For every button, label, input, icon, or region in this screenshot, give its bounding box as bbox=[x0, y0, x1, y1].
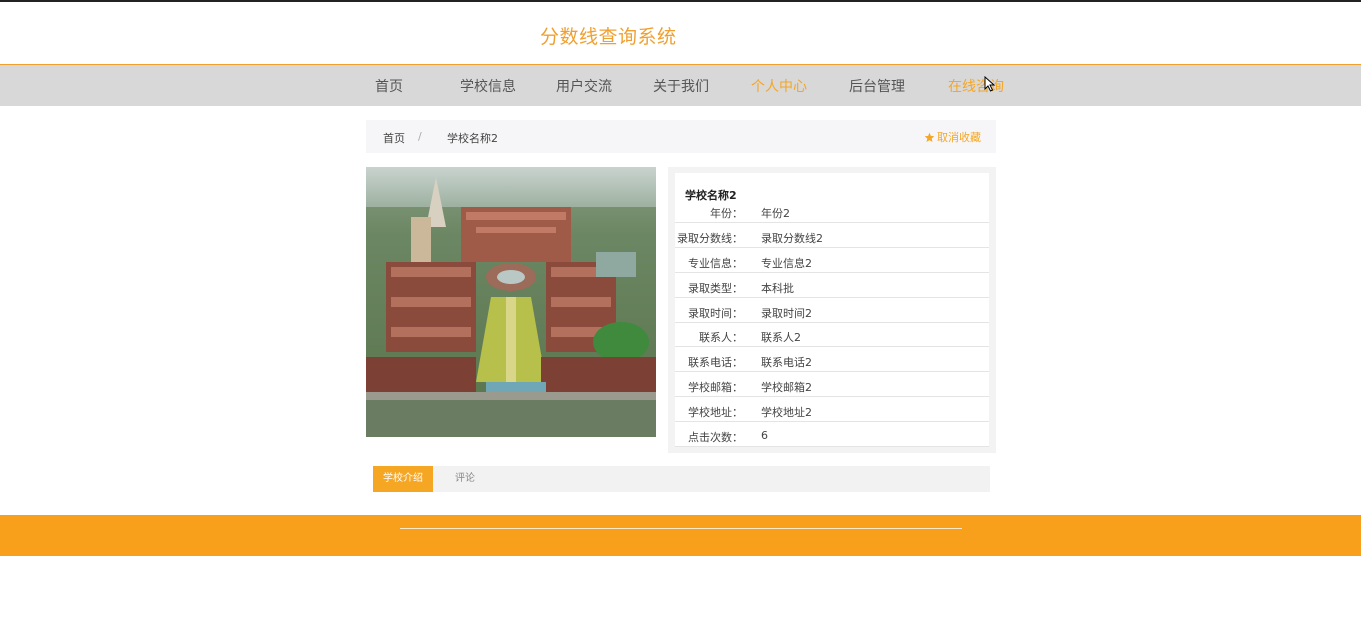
footer-divider bbox=[400, 528, 962, 529]
info-row-year: 年份： 年份2 bbox=[675, 199, 989, 223]
info-value: 专业信息2 bbox=[761, 257, 812, 270]
school-info-card: 学校名称2 年份： 年份2 录取分数线： 录取分数线2 专业信息： 专业信息2 … bbox=[675, 173, 989, 447]
info-value: 录取分数线2 bbox=[761, 232, 823, 245]
nav-item-personal-center[interactable]: 个人中心 bbox=[751, 76, 807, 96]
info-value: 本科批 bbox=[761, 282, 794, 295]
info-value: 学校地址2 bbox=[761, 406, 812, 419]
school-photo bbox=[366, 167, 656, 437]
info-label: 学校邮箱： bbox=[688, 381, 743, 394]
info-label: 录取时间： bbox=[688, 307, 743, 320]
campus-aerial-image bbox=[366, 167, 656, 437]
info-row-address: 学校地址： 学校地址2 bbox=[675, 398, 989, 422]
nav-item-school-info[interactable]: 学校信息 bbox=[460, 76, 516, 96]
tab-school-intro[interactable]: 学校介绍 bbox=[373, 466, 433, 492]
info-value: 学校邮箱2 bbox=[761, 381, 812, 394]
info-label: 录取分数线： bbox=[677, 232, 743, 245]
site-header: 分数线查询系统 bbox=[0, 2, 1361, 64]
nav-item-about-us[interactable]: 关于我们 bbox=[653, 76, 709, 96]
info-row-click-count: 点击次数： 6 bbox=[675, 423, 989, 447]
info-label: 联系电话： bbox=[688, 356, 743, 369]
info-value: 联系电话2 bbox=[761, 356, 812, 369]
info-label: 学校地址： bbox=[688, 406, 743, 419]
breadcrumb-current: 学校名称2 bbox=[447, 132, 498, 145]
site-title: 分数线查询系统 bbox=[540, 26, 677, 48]
info-label: 年份： bbox=[710, 207, 743, 220]
info-row-admission-score: 录取分数线： 录取分数线2 bbox=[675, 224, 989, 248]
info-row-admission-time: 录取时间： 录取时间2 bbox=[675, 299, 989, 323]
nav-item-admin[interactable]: 后台管理 bbox=[849, 76, 905, 96]
info-row-phone: 联系电话： 联系电话2 bbox=[675, 348, 989, 372]
info-row-admission-type: 录取类型： 本科批 bbox=[675, 274, 989, 298]
site-footer bbox=[0, 515, 1361, 556]
breadcrumb-separator: / bbox=[418, 130, 422, 143]
info-value: 联系人2 bbox=[761, 331, 801, 344]
tab-comments[interactable]: 评论 bbox=[445, 466, 485, 492]
school-info-panel: 学校名称2 年份： 年份2 录取分数线： 录取分数线2 专业信息： 专业信息2 … bbox=[668, 167, 996, 453]
info-label: 联系人： bbox=[699, 331, 743, 344]
cancel-favorite-label: 取消收藏 bbox=[937, 131, 981, 144]
info-label: 专业信息： bbox=[688, 257, 743, 270]
info-label: 点击次数： bbox=[688, 431, 743, 444]
nav-item-user-forum[interactable]: 用户交流 bbox=[556, 76, 612, 96]
mouse-cursor-icon bbox=[984, 76, 996, 92]
info-value: 年份2 bbox=[761, 207, 790, 220]
nav-item-home[interactable]: 首页 bbox=[375, 76, 403, 96]
info-row-email: 学校邮箱： 学校邮箱2 bbox=[675, 373, 989, 397]
content-tabs: 学校介绍 评论 bbox=[373, 466, 990, 492]
info-label: 录取类型： bbox=[688, 282, 743, 295]
cancel-favorite-button[interactable]: 取消收藏 bbox=[924, 129, 981, 145]
info-row-major-info: 专业信息： 专业信息2 bbox=[675, 249, 989, 273]
info-value: 6 bbox=[761, 429, 768, 442]
info-row-contact: 联系人： 联系人2 bbox=[675, 323, 989, 347]
breadcrumb-home-link[interactable]: 首页 bbox=[383, 130, 405, 146]
main-nav: 首页 学校信息 用户交流 关于我们 个人中心 后台管理 在线咨询 bbox=[0, 64, 1361, 106]
info-value: 录取时间2 bbox=[761, 307, 812, 320]
star-icon bbox=[924, 132, 935, 142]
breadcrumb: 首页 / 学校名称2 取消收藏 bbox=[366, 120, 996, 153]
